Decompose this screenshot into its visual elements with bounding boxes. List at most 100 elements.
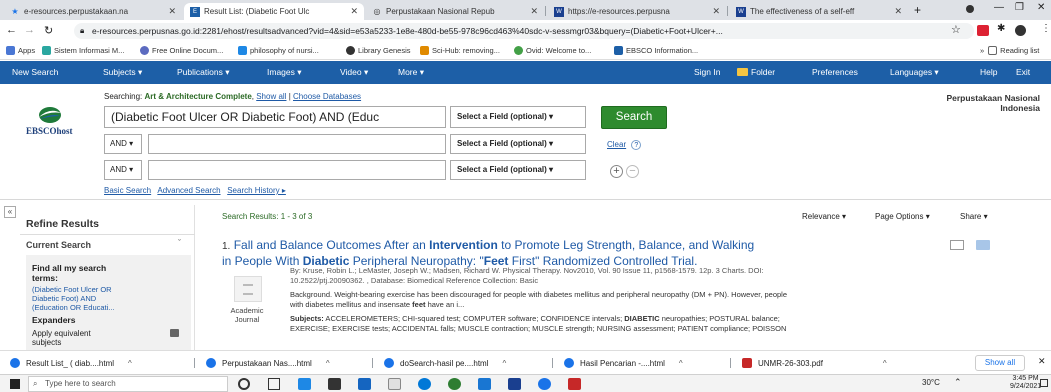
search-history-link[interactable]: Search History ▸	[227, 186, 286, 195]
add-row-icon[interactable]: +	[610, 165, 623, 178]
bool-operator-1[interactable]: AND ▾	[104, 134, 142, 154]
close-icon[interactable]: ✕	[350, 6, 358, 17]
tray-icons[interactable]: ⌃	[954, 377, 962, 388]
close-icon[interactable]: ✕	[894, 6, 902, 17]
profile-icon[interactable]	[966, 5, 974, 13]
basic-search-link[interactable]: Basic Search	[104, 186, 151, 195]
taskbar-app-icon[interactable]	[298, 378, 311, 390]
nav-more[interactable]: More ▾	[398, 67, 424, 78]
advanced-search-link[interactable]: Advanced Search	[157, 186, 220, 195]
show-all-downloads-button[interactable]: Show all	[975, 355, 1025, 371]
bookmark-star-icon[interactable]: ☆	[951, 23, 961, 36]
download-item[interactable]: Perpustakaan Nas....html ^	[206, 358, 330, 368]
bookmark-item[interactable]: philosophy of nursi...	[238, 46, 319, 55]
download-item[interactable]: Result List_ ( diab....html ^	[10, 358, 132, 368]
current-terms-link[interactable]: (Diabetic Foot Ulcer OR Diabetic Foot) AN…	[32, 285, 115, 312]
nav-subjects[interactable]: Subjects ▾	[103, 67, 142, 78]
field-select-3[interactable]: Select a Field (optional) ▾	[450, 160, 586, 180]
chrome-icon[interactable]	[538, 378, 551, 390]
nav-preferences[interactable]: Preferences	[812, 67, 858, 77]
download-item[interactable]: Hasil Pencarian -....html ^	[564, 358, 683, 368]
taskbar-search-input[interactable]: ⌕ Type here to search	[28, 376, 228, 392]
bool-operator-2[interactable]: AND ▾	[104, 160, 142, 180]
share-dropdown[interactable]: Share ▾	[960, 212, 988, 221]
bookmark-apps[interactable]: Apps	[6, 46, 35, 55]
nav-video[interactable]: Video ▾	[340, 67, 368, 78]
page-options-dropdown[interactable]: Page Options ▾	[875, 212, 930, 221]
reading-list-icon	[988, 46, 998, 55]
show-all-link[interactable]: Show all	[256, 92, 286, 101]
download-item[interactable]: doSearch-hasil pe....html ^	[384, 358, 506, 368]
windows-start-icon[interactable]	[10, 379, 20, 389]
nav-sign-in[interactable]: Sign In	[694, 67, 720, 77]
sort-relevance-dropdown[interactable]: Relevance ▾	[802, 212, 846, 221]
nav-help[interactable]: Help	[980, 67, 997, 77]
word-icon[interactable]	[508, 378, 521, 390]
search-input-3[interactable]	[148, 160, 446, 180]
nav-exit[interactable]: Exit	[1016, 67, 1030, 77]
field-select-1[interactable]: Select a Field (optional) ▾	[450, 106, 586, 128]
help-icon[interactable]: ?	[631, 140, 642, 150]
minimize-icon[interactable]: —	[994, 2, 1004, 13]
remove-row-icon[interactable]: −	[626, 165, 639, 178]
chevron-down-icon[interactable]: ˇ	[178, 238, 181, 248]
clear-link[interactable]: Clear	[607, 140, 626, 149]
reload-icon[interactable]: ↻	[44, 24, 53, 37]
browser-tab[interactable]: W The effectiveness of a self-eff ✕	[730, 3, 908, 20]
taskbar-app-icon[interactable]	[448, 378, 461, 390]
preview-icon[interactable]	[950, 240, 964, 250]
cortana-icon[interactable]	[238, 378, 250, 390]
taskbar-app-icon[interactable]	[328, 378, 341, 390]
close-icon[interactable]: ✕	[1038, 356, 1046, 367]
task-view-icon[interactable]	[268, 378, 280, 390]
taskbar-app-icon[interactable]	[388, 378, 401, 390]
taskbar-app-icon[interactable]	[358, 378, 371, 390]
nav-folder[interactable]: Folder	[737, 67, 775, 77]
avatar[interactable]	[1015, 25, 1026, 36]
bookmark-item[interactable]: Library Genesis	[346, 46, 411, 55]
bookmark-item[interactable]: Sistem Informasi M...	[42, 46, 124, 55]
maximize-icon[interactable]: ❐	[1015, 2, 1024, 13]
ebsco-logo[interactable]: EBSCOhost	[26, 105, 73, 136]
nav-new-search[interactable]: New Search	[12, 67, 58, 77]
search-input-1[interactable]: (Diabetic Foot Ulcer OR Diabetic Foot) A…	[104, 106, 446, 128]
browser-tab[interactable]: W https://e-resources.perpusna ✕	[548, 3, 726, 20]
reading-list[interactable]: » Reading list	[980, 46, 1039, 55]
close-icon[interactable]: ✕	[712, 6, 720, 17]
taskbar-app-icon[interactable]	[418, 378, 431, 390]
remove-expander-icon[interactable]	[170, 329, 179, 337]
bookmark-item[interactable]: Free Online Docum...	[140, 46, 223, 55]
bookmark-item[interactable]: EBSCO Information...	[614, 46, 698, 55]
choose-databases-link[interactable]: Choose Databases	[293, 92, 361, 101]
browser-tab-active[interactable]: E Result List: (Diabetic Foot Ulc ✕	[184, 3, 364, 20]
close-window-icon[interactable]: ✕	[1037, 2, 1045, 13]
pdf-app-icon[interactable]	[568, 378, 581, 390]
search-input-2[interactable]	[148, 134, 446, 154]
bookmark-item[interactable]: Sci-Hub: removing...	[420, 46, 500, 55]
add-to-folder-icon[interactable]	[976, 240, 990, 250]
field-select-2[interactable]: Select a Field (optional) ▾	[450, 134, 586, 154]
forward-icon[interactable]: →	[24, 24, 35, 36]
back-icon[interactable]: ←	[6, 24, 17, 36]
url-field[interactable]: 🔒︎ e-resources.perpusnas.go.id:2281/ehos…	[74, 23, 974, 39]
search-button[interactable]: Search	[601, 106, 667, 129]
notification-icon[interactable]	[1040, 379, 1048, 387]
weather-temp[interactable]: 30°C	[922, 378, 940, 387]
download-item[interactable]: UNMR-26-303.pdf ^	[742, 358, 887, 368]
new-tab-icon[interactable]: +	[914, 3, 921, 17]
close-icon[interactable]: ✕	[530, 6, 538, 17]
clock[interactable]: 3:45 PM 9/24/2021	[1010, 375, 1041, 391]
browser-tab[interactable]: ◎ Perpustakaan Nasional Repub ✕	[366, 3, 544, 20]
nav-images[interactable]: Images ▾	[267, 67, 302, 78]
nav-publications[interactable]: Publications ▾	[177, 67, 229, 78]
collapse-panel-button[interactable]: «	[4, 206, 16, 218]
result-title-link[interactable]: 1. Fall and Balance Outcomes After an In…	[222, 238, 942, 268]
menu-icon[interactable]: ⋮	[1041, 23, 1051, 34]
browser-tab[interactable]: ★ e-resources.perpustakaan.na ✕	[4, 3, 182, 20]
nav-languages[interactable]: Languages ▾	[890, 67, 939, 78]
bookmark-item[interactable]: Ovid: Welcome to...	[514, 46, 591, 55]
taskbar-app-icon[interactable]	[478, 378, 491, 390]
extension-icon[interactable]	[977, 25, 989, 36]
close-icon[interactable]: ✕	[168, 6, 176, 17]
extensions-puzzle-icon[interactable]: ✱	[997, 23, 1005, 34]
